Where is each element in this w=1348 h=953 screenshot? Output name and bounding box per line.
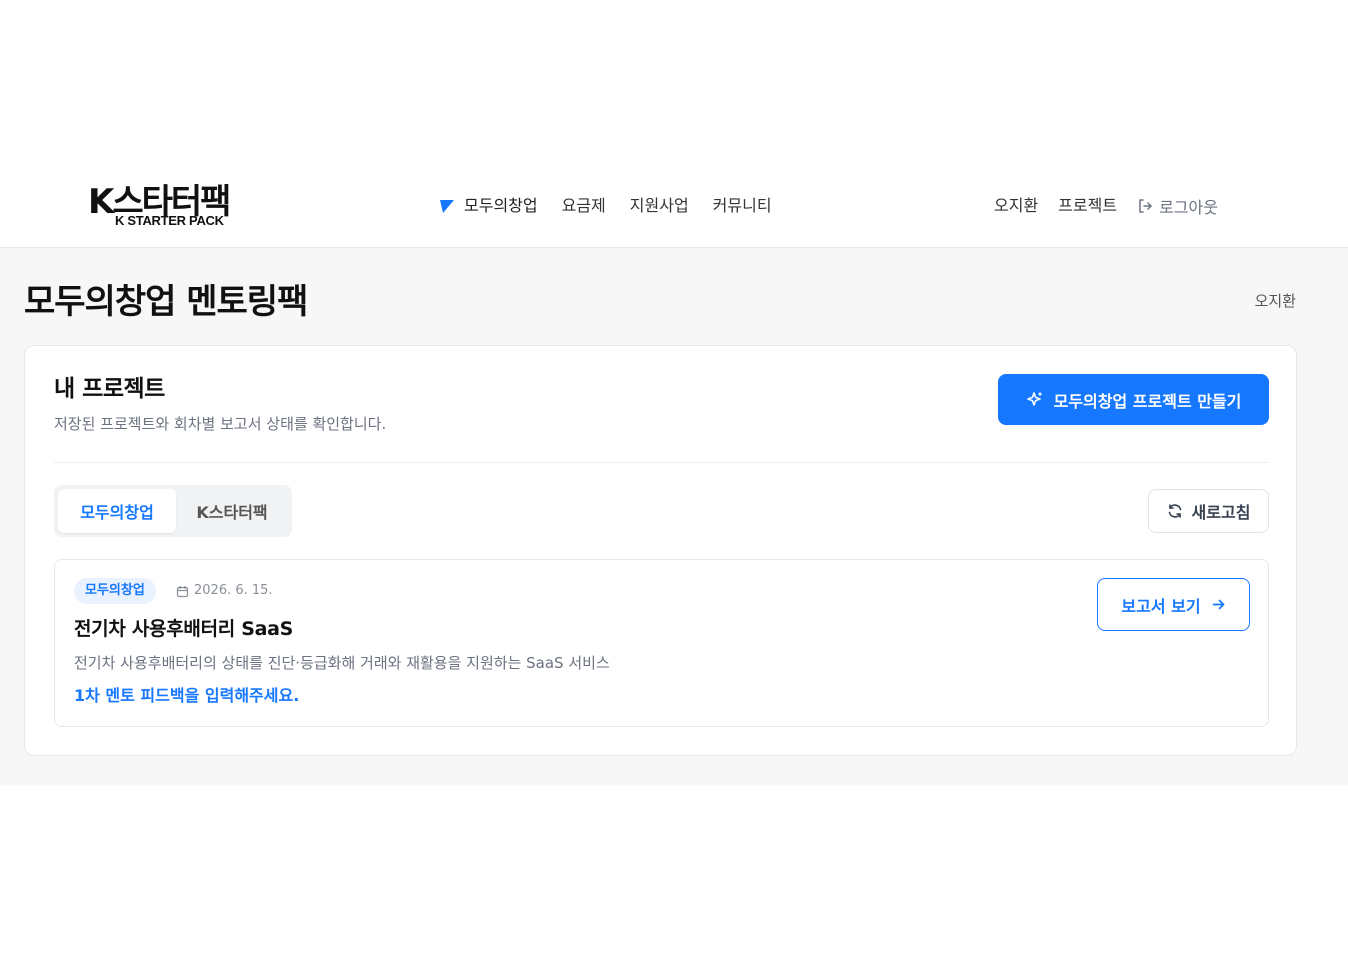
- logout-icon: [1137, 198, 1153, 214]
- calendar-icon: [176, 585, 189, 598]
- project-date: 2026. 6. 15.: [176, 582, 273, 600]
- logout-label: 로그아웃: [1159, 198, 1218, 217]
- top-header: K스타터팩 K STARTER PACK 모두의창업 요금제 지원사업 커뮤니티…: [0, 160, 1348, 248]
- logo[interactable]: K스타터팩 K STARTER PACK: [88, 182, 248, 232]
- header-user-name[interactable]: 오지환: [994, 194, 1038, 218]
- tab-kstarter[interactable]: K스타터팩: [176, 489, 288, 533]
- view-report-label: 보고서 보기: [1121, 596, 1201, 616]
- page-title: 모두의창업 멘토링팩: [24, 282, 308, 322]
- project-description: 전기차 사용후배터리의 상태를 진단·등급화해 거래와 재활용을 지원하는 Sa…: [74, 654, 610, 672]
- logout-button[interactable]: 로그아웃: [1137, 194, 1218, 218]
- card-title: 내 프로젝트: [54, 376, 165, 402]
- project-badge: 모두의창업: [74, 578, 156, 604]
- refresh-icon: [1167, 503, 1183, 519]
- project-title: 전기차 사용후배터리 SaaS: [74, 618, 294, 640]
- user-nav: 오지환 프로젝트 로그아웃: [994, 194, 1218, 218]
- create-project-button[interactable]: 모두의창업 프로젝트 만들기: [998, 374, 1269, 425]
- nav-item-pricing[interactable]: 요금제: [562, 194, 606, 218]
- flag-icon: [438, 198, 454, 214]
- main-area: 모두의창업 멘토링팩 오지환 내 프로젝트 저장된 프로젝트와 회차별 보고서 …: [0, 248, 1348, 785]
- refresh-label: 새로고침: [1191, 503, 1251, 522]
- logo-sub-text: K STARTER PACK: [115, 213, 224, 228]
- page-user-name: 오지환: [1254, 292, 1296, 310]
- tab-modu[interactable]: 모두의창업: [58, 489, 176, 533]
- nav-item-support[interactable]: 지원사업: [630, 194, 689, 218]
- nav-item-modu[interactable]: 모두의창업: [464, 194, 538, 218]
- project-date-text: 2026. 6. 15.: [194, 583, 273, 598]
- main-nav: 모두의창업 요금제 지원사업 커뮤니티: [438, 194, 796, 218]
- my-projects-card: 내 프로젝트 저장된 프로젝트와 회차별 보고서 상태를 확인합니다. 모두의창…: [24, 345, 1297, 756]
- header-projects-link[interactable]: 프로젝트: [1058, 194, 1117, 218]
- arrow-right-icon: [1211, 597, 1226, 612]
- view-report-button[interactable]: 보고서 보기: [1097, 578, 1250, 631]
- project-tabs: 모두의창업 K스타터팩: [54, 485, 292, 537]
- refresh-button[interactable]: 새로고침: [1148, 489, 1269, 533]
- card-divider: [54, 462, 1269, 463]
- sparkle-icon: [1026, 391, 1044, 409]
- nav-item-community[interactable]: 커뮤니티: [713, 194, 772, 218]
- project-feedback-link[interactable]: 1차 멘토 피드백을 입력해주세요.: [74, 685, 299, 707]
- card-subtitle: 저장된 프로젝트와 회차별 보고서 상태를 확인합니다.: [54, 415, 387, 433]
- create-project-label: 모두의창업 프로젝트 만들기: [1053, 391, 1242, 411]
- project-item[interactable]: 모두의창업 2026. 6. 15. 전기차 사용후배터리 SaaS 전기차 사…: [54, 559, 1269, 727]
